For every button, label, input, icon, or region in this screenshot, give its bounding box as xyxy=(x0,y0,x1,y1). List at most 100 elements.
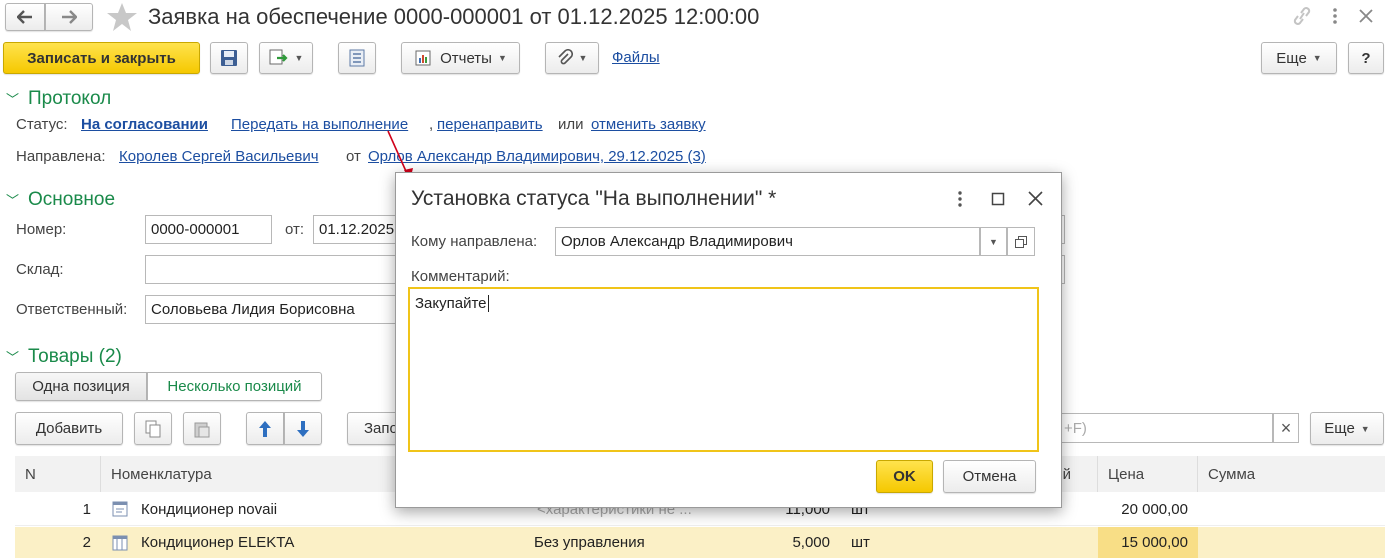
to-label: Кому направлена: xyxy=(411,233,538,250)
protocol-section-toggle[interactable]: ﹀ xyxy=(6,88,19,110)
copy-icon xyxy=(145,420,161,437)
paste-icon xyxy=(194,422,210,437)
goods-more-label: Еще xyxy=(1324,420,1355,437)
column-header-sum[interactable]: Сумма xyxy=(1198,456,1385,492)
date-label: от: xyxy=(285,221,305,238)
directed-label: Направлена: xyxy=(16,148,106,165)
goods-more-button[interactable]: Еще ▼ xyxy=(1310,412,1384,445)
back-button[interactable] xyxy=(5,3,45,31)
chevron-down-icon: ﹀ xyxy=(6,92,20,107)
dropdown-arrow-icon: ▼ xyxy=(989,236,998,247)
chevron-down-icon: ﹀ xyxy=(6,193,20,208)
goods-header[interactable]: Товары (2) xyxy=(28,346,122,368)
dialog-title: Установка статуса "На выполнении" * xyxy=(411,187,777,210)
main-header[interactable]: Основное xyxy=(28,189,115,211)
search-clear-button[interactable]: × xyxy=(1273,413,1299,443)
row-number: 1 xyxy=(82,500,91,518)
to-open-button[interactable] xyxy=(1007,227,1035,256)
number-field[interactable]: 0000-000001 xyxy=(145,215,272,244)
arrow-up-icon xyxy=(259,420,271,437)
paste-button[interactable] xyxy=(183,412,221,445)
main-section-toggle[interactable]: ﹀ xyxy=(6,189,19,211)
number-label: Номер: xyxy=(16,221,67,238)
more-vertical-icon[interactable] xyxy=(1330,6,1340,26)
status-dialog: Установка статуса "На выполнении" * Кому… xyxy=(395,172,1062,508)
create-based-on-button[interactable]: ▼ xyxy=(259,42,313,74)
row-number: 2 xyxy=(82,534,91,551)
open-window-icon xyxy=(1015,235,1027,248)
dropdown-arrow-icon: ▼ xyxy=(497,53,507,63)
copy-button[interactable] xyxy=(134,412,172,445)
row-price: 20 000,00 xyxy=(1121,500,1188,518)
dropdown-arrow-icon: ▼ xyxy=(1360,423,1370,434)
column-header-price[interactable]: Цена xyxy=(1098,456,1198,492)
responsible-field[interactable]: Соловьева Лидия Борисовна xyxy=(145,295,435,324)
row-unit: шт xyxy=(851,534,870,551)
arrow-left-icon xyxy=(17,10,32,24)
item-table-icon xyxy=(112,535,128,551)
row-price: 15 000,00 xyxy=(1121,534,1188,551)
protocol-header[interactable]: Протокол xyxy=(28,88,111,110)
close-icon[interactable] xyxy=(1028,191,1043,206)
row-quantity: 5,000 xyxy=(792,534,830,551)
comment-text: Закупайте xyxy=(415,295,487,312)
dropdown-arrow-icon: ▼ xyxy=(578,53,588,63)
send-to-execution-link[interactable]: Передать на выполнение xyxy=(231,116,408,133)
responsible-label: Ответственный: xyxy=(16,301,128,318)
warehouse-label: Склад: xyxy=(16,261,64,278)
cancel-button[interactable]: Отмена xyxy=(943,460,1036,493)
save-button[interactable] xyxy=(210,42,248,74)
row-nomenclature: Кондиционер ELEKTA xyxy=(141,534,295,551)
row-characteristic: Без управления xyxy=(534,534,645,551)
create-document-icon xyxy=(269,49,288,65)
dropdown-arrow-icon: ▼ xyxy=(1312,53,1322,63)
reports-label: Отчеты xyxy=(440,49,492,67)
save-close-button[interactable]: Записать и закрыть xyxy=(3,42,200,74)
from-text: от xyxy=(346,148,361,165)
row-sum xyxy=(1198,527,1378,558)
arrow-down-icon xyxy=(297,420,309,437)
close-icon[interactable] xyxy=(1358,8,1374,24)
to-field[interactable]: Орлов Александр Владимирович xyxy=(555,227,980,256)
paperclip-icon xyxy=(557,49,573,65)
floppy-disk-icon xyxy=(221,50,237,66)
help-button[interactable]: ? xyxy=(1348,42,1384,74)
window-title: Заявка на обеспечение 0000-000001 от 01.… xyxy=(148,4,760,29)
files-link[interactable]: Файлы xyxy=(612,49,660,66)
attach-button[interactable]: ▼ xyxy=(545,42,599,74)
maximize-icon[interactable] xyxy=(991,192,1005,206)
favorite-star-icon[interactable] xyxy=(106,2,138,32)
goods-section-toggle[interactable]: ﹀ xyxy=(6,346,19,368)
forward-button[interactable] xyxy=(45,3,93,31)
directed-to-link[interactable]: Королев Сергей Васильевич xyxy=(119,148,319,165)
move-down-button[interactable] xyxy=(284,412,322,445)
more-button[interactable]: Еще ▼ xyxy=(1261,42,1337,74)
to-dropdown-button[interactable]: ▼ xyxy=(980,227,1007,256)
link-icon[interactable] xyxy=(1291,6,1313,26)
status-label: Статус: xyxy=(16,116,68,133)
row-sum xyxy=(1198,492,1378,526)
search-field[interactable]: +F) xyxy=(1055,413,1273,443)
tab-several-positions[interactable]: Несколько позиций xyxy=(147,372,322,401)
tab-one-position[interactable]: Одна позиция xyxy=(15,372,147,401)
move-up-button[interactable] xyxy=(246,412,284,445)
list-icon xyxy=(349,49,365,67)
redirect-link[interactable]: перенаправить xyxy=(437,116,543,133)
reports-button[interactable]: Отчеты ▼ xyxy=(401,42,520,74)
ok-button[interactable]: OK xyxy=(876,460,933,493)
comment-textarea[interactable]: Закупайте xyxy=(408,287,1039,452)
dropdown-arrow-icon: ▼ xyxy=(294,53,304,63)
chevron-down-icon: ﹀ xyxy=(6,350,20,365)
column-header-n[interactable]: N xyxy=(15,456,101,492)
status-value-link[interactable]: На согласовании xyxy=(81,116,208,133)
add-button[interactable]: Добавить xyxy=(15,412,123,445)
comment-label: Комментарий: xyxy=(411,268,510,285)
or-text: или xyxy=(558,116,584,133)
more-vertical-icon[interactable] xyxy=(956,190,964,208)
document-list-button[interactable] xyxy=(338,42,376,74)
arrow-right-icon xyxy=(62,10,77,24)
item-card-icon xyxy=(112,501,128,517)
comma-text: , xyxy=(429,116,434,133)
text-cursor xyxy=(487,295,489,312)
cancel-request-link[interactable]: отменить заявку xyxy=(591,116,706,133)
